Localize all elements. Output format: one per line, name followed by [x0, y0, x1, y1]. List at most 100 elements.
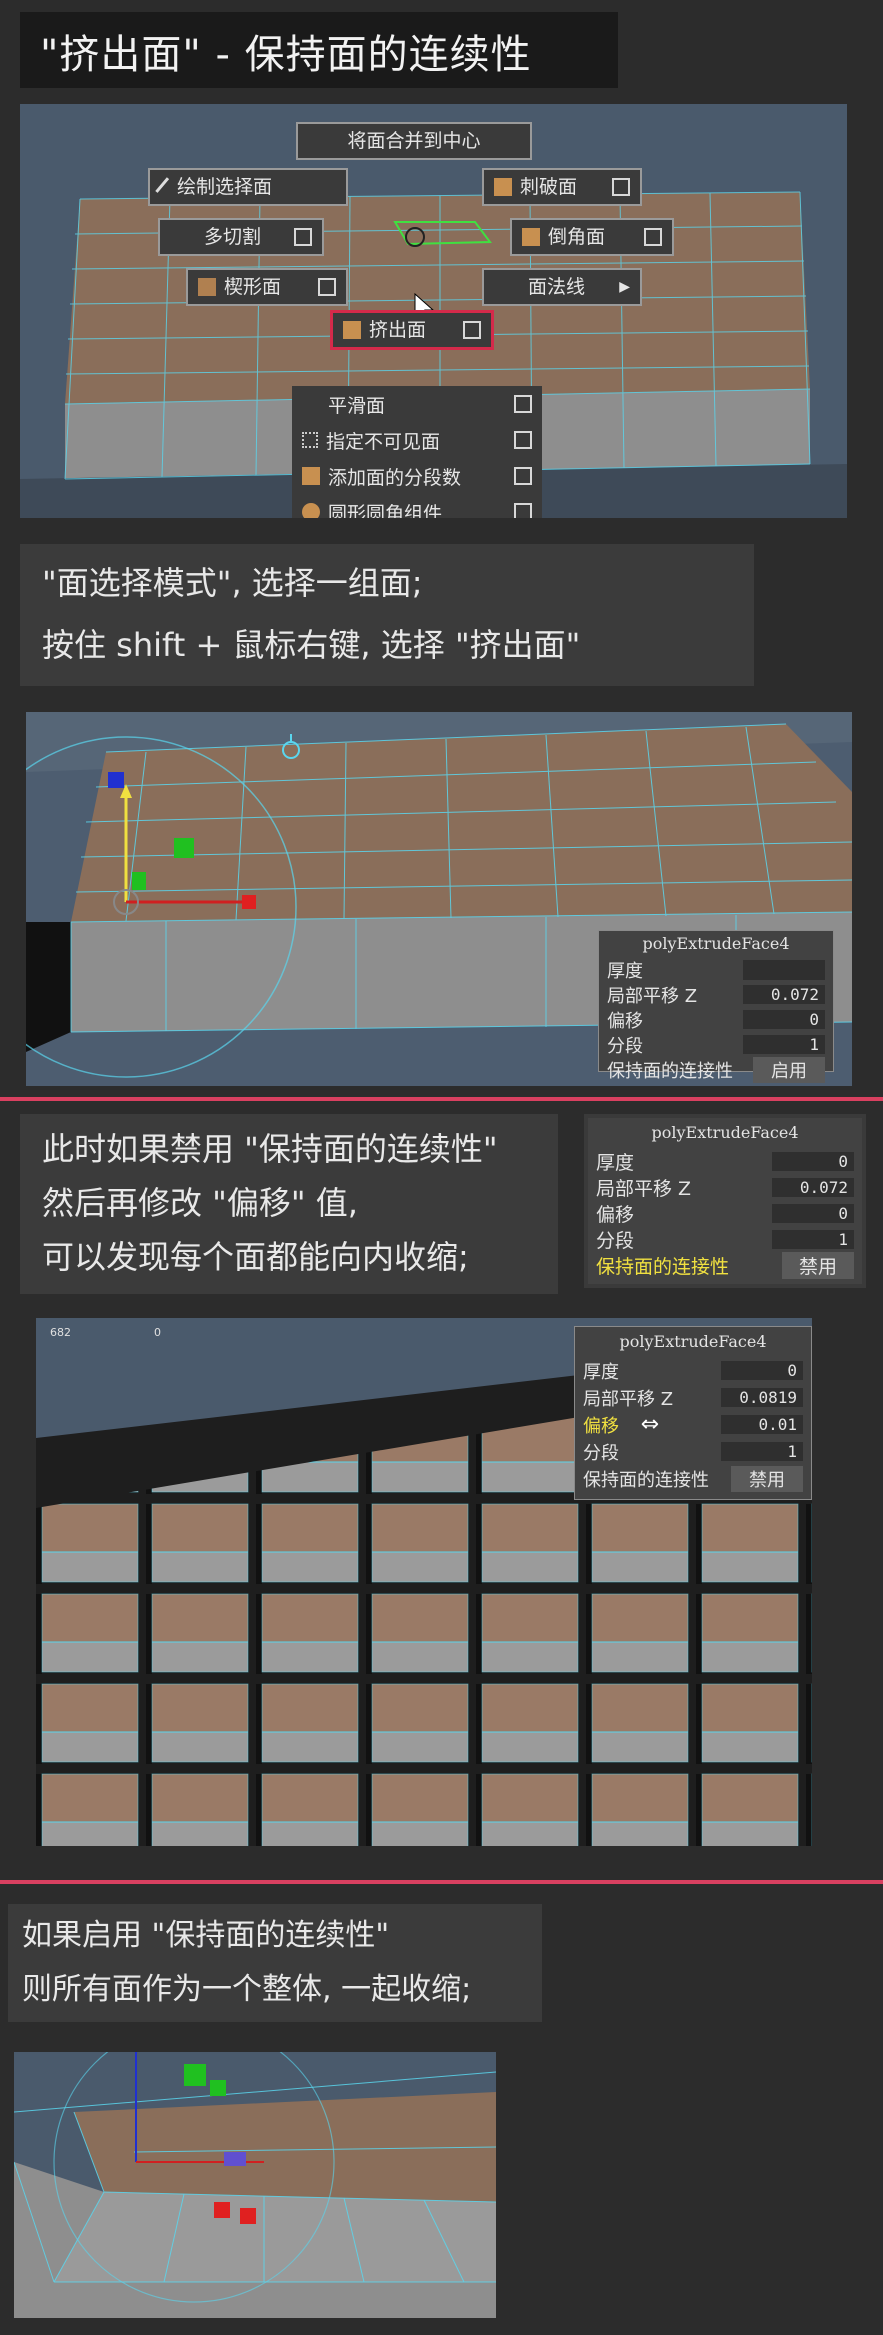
bevel-option-checkbox[interactable] — [644, 228, 662, 246]
menu-item-add-divisions[interactable]: 添加面的分段数 — [292, 458, 542, 494]
attr-value-field[interactable]: 0 — [772, 1203, 854, 1223]
multi-cut-option-checkbox[interactable] — [294, 228, 312, 246]
circularize-icon — [302, 503, 320, 518]
paint-select-button[interactable]: 绘制选择面 — [148, 168, 348, 206]
instruction-3-line-2: 则所有面作为一个整体, 一起收缩; — [22, 1972, 472, 2007]
attr-value-field[interactable]: 0.0819 — [721, 1388, 803, 1407]
merge-to-center-label: 将面合并到中心 — [347, 130, 481, 152]
menu-option-checkbox[interactable] — [514, 467, 532, 485]
wedge-face-label: 楔形面 — [224, 276, 282, 298]
screenshot-faces-shrink-individually: 682 0 polyExtrudeFace4 厚度 0 局部平移 Z 0.081… — [36, 1318, 812, 1846]
attr-label-highlighted: 偏移 — [583, 1415, 619, 1437]
extrude-attribute-panel-2: polyExtrudeFace4 厚度 0 局部平移 Z 0.072 偏移 0 … — [584, 1114, 866, 1288]
scale-handle-green[interactable] — [174, 838, 194, 858]
wedge-face-button[interactable]: 楔形面 — [186, 268, 348, 306]
extrude-face-label: 挤出面 — [369, 319, 427, 341]
menu-item-assign-invisible[interactable]: 指定不可见面 — [292, 422, 542, 458]
attr-value-field[interactable]: 0 — [721, 1361, 803, 1380]
menu-item-label: 平滑面 — [328, 394, 386, 417]
attr-row-local-translate-z: 局部平移 Z 0.0819 — [575, 1384, 811, 1411]
bevel-icon — [522, 228, 540, 246]
face-normals-label: 面法线 — [528, 276, 586, 298]
attr-row-offset: 偏移 0 — [599, 1007, 833, 1032]
attr-value-field[interactable] — [743, 959, 825, 980]
add-divisions-icon — [302, 467, 320, 485]
panel-title: polyExtrudeFace4 — [651, 1123, 799, 1142]
attr-label: 厚度 — [607, 960, 643, 982]
menu-item-label: 指定不可见面 — [326, 430, 441, 453]
instruction-2-line-2: 然后再修改 "偏移" 值, — [42, 1184, 358, 1222]
scale-handle-blue[interactable] — [108, 772, 124, 788]
wedge-icon — [198, 278, 216, 296]
instruction-2-line-1: 此时如果禁用 "保持面的连续性" — [42, 1130, 498, 1168]
attr-value-field[interactable]: 0 — [772, 1151, 854, 1171]
page-title: "挤出面" - 保持面的连续性 — [40, 32, 532, 78]
attr-label-highlighted: 保持面的连接性 — [596, 1255, 730, 1278]
panel-title: polyExtrudeFace4 — [619, 1332, 767, 1351]
poke-face-button[interactable]: 刺破面 — [482, 168, 642, 206]
attr-label: 局部平移 Z — [596, 1177, 692, 1200]
attr-value-field[interactable]: 0.01 — [721, 1415, 803, 1434]
brush-icon — [155, 177, 174, 197]
attr-label: 分段 — [583, 1442, 619, 1464]
menu-item-label: 添加面的分段数 — [328, 466, 462, 489]
viewport-connected-faces — [14, 2052, 496, 2318]
attr-row-thickness: 厚度 — [599, 957, 833, 982]
section-divider-2 — [0, 1880, 883, 1884]
attr-value-field[interactable]: 0.072 — [772, 1177, 854, 1197]
bevel-face-button[interactable]: 倒角面 — [510, 218, 674, 256]
face-normals-button[interactable]: 面法线 ▶ — [482, 268, 642, 306]
extrude-attribute-panel-3: polyExtrudeFace4 厚度 0 局部平移 Z 0.0819 偏移 ⇔… — [574, 1326, 812, 1500]
multi-cut-button[interactable]: 多切割 — [158, 218, 324, 256]
keep-faces-together-toggle[interactable]: 禁用 — [731, 1465, 803, 1492]
multi-cut-label: 多切割 — [204, 226, 262, 248]
menu-option-checkbox[interactable] — [514, 431, 532, 449]
attr-label: 分段 — [596, 1229, 635, 1252]
attr-value-field[interactable]: 1 — [721, 1442, 803, 1461]
poke-option-checkbox[interactable] — [612, 178, 630, 196]
bevel-face-label: 倒角面 — [548, 226, 606, 248]
attr-row-keep-faces-together: 保持面的连接性 启用 — [599, 1056, 833, 1083]
attr-label: 保持面的连接性 — [607, 1060, 733, 1082]
attr-label: 偏移 — [596, 1203, 635, 1226]
attr-row-thickness: 厚度 0 — [588, 1148, 862, 1174]
attr-label: 保持面的连接性 — [583, 1469, 709, 1491]
hud-right: 0 — [154, 1326, 161, 1339]
attr-value-field[interactable]: 0 — [743, 1010, 825, 1029]
attr-value-field[interactable]: 1 — [772, 1229, 854, 1249]
merge-to-center-button[interactable]: 将面合并到中心 — [296, 122, 532, 160]
hud-left: 682 — [50, 1326, 71, 1339]
instruction-1-line-1: "面选择模式", 选择一组面; — [42, 564, 423, 602]
scale-handle-green[interactable] — [184, 2064, 206, 2086]
menu-option-checkbox[interactable] — [514, 395, 532, 413]
extrude-icon — [343, 321, 361, 339]
section-divider-1 — [0, 1097, 883, 1101]
menu-item-circularize[interactable]: 圆形圆角组件 — [292, 494, 542, 518]
attr-value-field[interactable]: 0.072 — [743, 985, 825, 1004]
attr-row-divisions: 分段 1 — [599, 1032, 833, 1057]
attr-label: 偏移 — [607, 1010, 643, 1032]
keep-faces-together-toggle[interactable]: 禁用 — [782, 1251, 854, 1279]
wedge-option-checkbox[interactable] — [318, 278, 336, 296]
poke-face-label: 刺破面 — [520, 176, 578, 198]
attr-row-divisions: 分段 1 — [588, 1226, 862, 1252]
attr-row-offset: 偏移 ⇔ 0.01 — [575, 1411, 811, 1438]
attr-row-local-translate-z: 局部平移 Z 0.072 — [599, 982, 833, 1007]
menu-item-smooth[interactable]: 平滑面 — [292, 386, 542, 422]
drag-arrows-icon: ⇔ — [640, 1412, 660, 1437]
attr-value-field[interactable]: 1 — [743, 1035, 825, 1054]
instruction-2-line-3: 可以发现每个面都能向内收缩; — [42, 1238, 469, 1276]
extrude-face-button[interactable]: 挤出面 — [330, 310, 494, 350]
invisible-faces-icon — [302, 432, 318, 448]
attr-row-keep-faces-together: 保持面的连接性 禁用 — [575, 1465, 811, 1492]
extrude-option-checkbox[interactable] — [463, 321, 481, 339]
menu-option-checkbox[interactable] — [514, 503, 532, 518]
keep-faces-together-toggle[interactable]: 启用 — [753, 1056, 825, 1083]
attr-label: 局部平移 Z — [583, 1388, 674, 1410]
attr-row-divisions: 分段 1 — [575, 1438, 811, 1465]
screenshot-marking-menu: 将面合并到中心 绘制选择面 刺破面 多切割 倒角面 楔形面 面法线 ▶ 挤出面 … — [20, 104, 847, 518]
poke-icon — [494, 178, 512, 196]
attr-row-local-translate-z: 局部平移 Z 0.072 — [588, 1174, 862, 1200]
extra-face-menu: 平滑面 指定不可见面 添加面的分段数 圆形圆角组件 — [292, 386, 542, 518]
screenshot-faces-shrink-together — [14, 2052, 496, 2318]
